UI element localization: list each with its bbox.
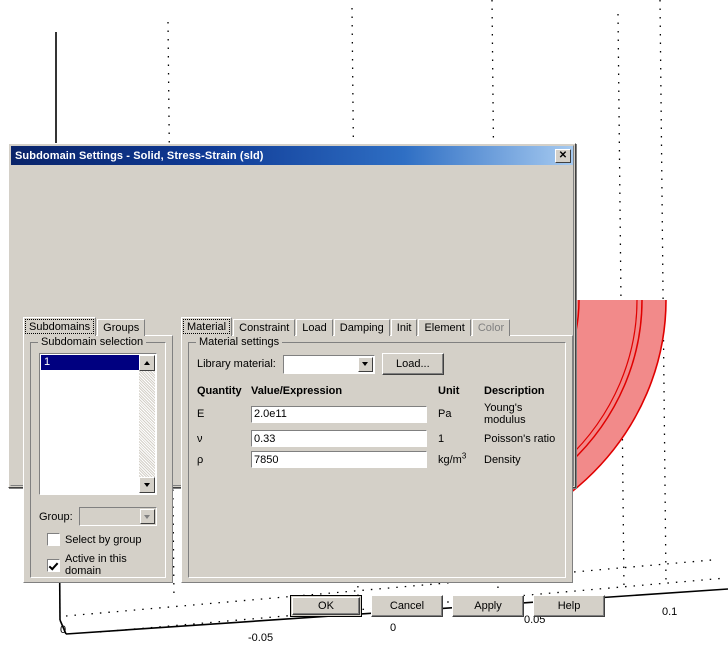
table-header-row: Quantity Value/Expression Unit Descripti… [197,385,557,400]
close-icon[interactable]: ✕ [555,148,571,163]
dialog-title: Subdomain Settings - Solid, Stress-Strai… [15,149,264,162]
library-material-select[interactable] [282,354,375,374]
select-by-group-label: Select by group [65,533,142,546]
screen-root: 0 -0.05 0 0.05 0.1 Subdomain Settings - … [0,0,728,649]
cell-description: Density [484,453,521,466]
listbox-scrollbar[interactable] [139,355,155,493]
tab-load[interactable]: Load [296,319,333,336]
dialog-titlebar[interactable]: Subdomain Settings - Solid, Stress-Strai… [11,146,573,165]
cell-quantity: ρ [197,453,204,466]
cell-value [251,400,433,428]
cell-unit: kg/m3 [433,449,484,470]
axis-tick-label: -0.05 [248,632,274,644]
cancel-button[interactable]: Cancel [371,595,443,617]
group-row: Group: [39,507,157,526]
active-in-domain-row[interactable]: Active in this domain [47,553,157,577]
tab-element[interactable]: Element [418,319,471,336]
tab-label: Constraint [239,322,290,334]
unit-text: kg/m [438,453,462,466]
right-pane: Material Constraint Load Damping Init El… [181,316,573,583]
material-tab-panel: Material settings Library material: Load… [181,335,573,583]
unit-text: Pa [438,408,452,420]
tab-init[interactable]: Init [390,319,418,336]
load-button[interactable]: Load... [381,353,444,375]
tab-label: Groups [103,322,140,334]
groupbox-title: Subdomain selection [38,336,147,348]
listbox-items: 1 [41,355,139,493]
help-button[interactable]: Help [533,595,605,617]
tab-label: Load [302,322,327,334]
youngs-modulus-input[interactable] [251,405,427,423]
subdomains-tab-panel: Subdomain selection 1 Group: Select by g… [23,335,173,583]
scroll-down-icon[interactable] [139,477,155,493]
axis-tick-label: 0.1 [662,606,678,618]
col-header-description: Description [484,385,545,397]
arrow-down-glyph [144,514,151,519]
library-material-label: Library material: [197,358,276,370]
cell-value [251,449,433,470]
subdomain-tabrow: Subdomains Groups [23,316,173,336]
material-settings-groupbox: Material settings Library material: Load… [188,336,566,578]
poissons-ratio-input[interactable] [251,430,427,447]
chevron-down-icon[interactable] [139,509,155,524]
active-in-domain-checkbox[interactable] [47,558,60,572]
group-select[interactable] [78,507,157,526]
tab-constraint[interactable]: Constraint [233,319,296,336]
table-row: ν 1 Poisson's ratio [197,428,557,449]
select-by-group-row[interactable]: Select by group [47,533,157,546]
scroll-up-icon[interactable] [139,355,155,371]
tab-subdomains[interactable]: Subdomains [23,317,97,336]
arrow-down-glyph [144,483,150,487]
active-in-domain-label: Active in this domain [65,553,127,577]
left-pane: Subdomains Groups Subdomain selection 1 [23,316,173,583]
col-header-unit: Unit [438,385,460,397]
tab-label: Damping [339,322,384,334]
tab-damping[interactable]: Damping [333,319,390,336]
group-label: Group: [39,510,73,523]
tab-groups[interactable]: Groups [97,319,146,336]
axis-tick-label: 0 [60,624,67,636]
cell-value [251,428,433,449]
tab-color: Color [471,319,511,336]
cell-quantity: E [197,408,205,420]
ok-button[interactable]: OK [290,595,362,617]
subdomain-settings-dialog[interactable]: Subdomain Settings - Solid, Stress-Strai… [8,143,605,617]
arrow-down-glyph [362,362,369,366]
material-tabrow: Material Constraint Load Damping Init El… [181,316,573,336]
axis-tick-label: 0 [390,622,397,634]
density-input[interactable] [251,451,427,468]
unit-text: 1 [438,432,445,445]
cell-quantity: ν [197,432,203,445]
list-item[interactable]: 1 [41,355,139,370]
chevron-down-icon[interactable] [357,356,373,372]
tab-label: Material [187,321,227,333]
tab-label: Color [477,322,505,334]
select-by-group-checkbox[interactable] [47,533,60,546]
cell-description: Young's modulus [484,402,526,426]
groupbox-title: Material settings [196,336,283,348]
table-row: ρ kg/m3 Density [197,449,557,470]
subdomain-listbox[interactable]: 1 [39,353,157,495]
cell-description: Poisson's ratio [484,432,556,445]
tab-label: Init [396,322,412,334]
subdomain-selection-groupbox: Subdomain selection 1 Group: Select by g… [30,336,166,578]
unit-exponent: 3 [461,450,467,460]
dialog-button-bar: OK Cancel Apply Help [290,595,605,617]
cell-unit: 1 [433,428,484,449]
library-material-row: Library material: Load... [197,353,557,375]
apply-button[interactable]: Apply [452,595,524,617]
arrow-up-glyph [144,361,150,365]
material-properties-table: Quantity Value/Expression Unit Descripti… [197,385,557,470]
table-row: E Pa Young's modulus [197,400,557,428]
col-header-value: Value/Expression [251,385,343,397]
tab-label: Subdomains [29,321,91,333]
tab-label: Element [424,322,465,334]
cell-unit: Pa [433,400,484,428]
col-header-quantity: Quantity [197,385,242,397]
close-glyph: ✕ [558,149,568,161]
tab-material[interactable]: Material [181,317,233,336]
